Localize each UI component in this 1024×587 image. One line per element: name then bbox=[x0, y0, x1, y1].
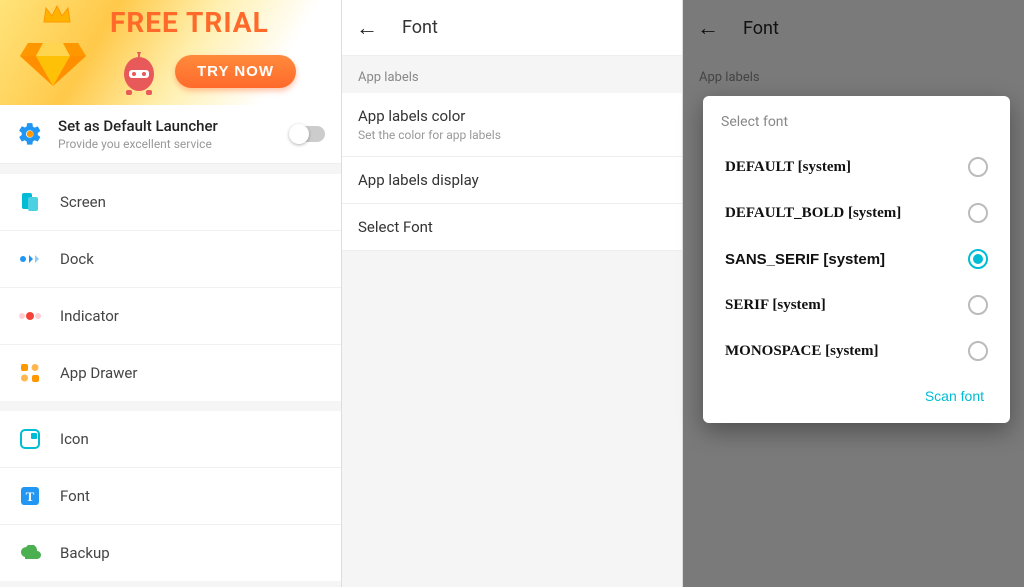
appdrawer-icon bbox=[18, 361, 42, 385]
font-option-label: SERIF [system] bbox=[725, 297, 826, 314]
menu-item-appdrawer[interactable]: App Drawer bbox=[0, 345, 341, 401]
menu-label: App Drawer bbox=[60, 364, 137, 382]
font-option-default-bold[interactable]: DEFAULT_BOLD [system] bbox=[721, 190, 992, 236]
menu-item-dock[interactable]: Dock bbox=[0, 231, 341, 288]
font-settings-panel: ← Font App labels App labels color Set t… bbox=[342, 0, 683, 587]
font-option-label: DEFAULT [system] bbox=[725, 159, 851, 176]
menu-label: Dock bbox=[60, 250, 94, 268]
menu-label: Icon bbox=[60, 430, 89, 448]
menu-label: Indicator bbox=[60, 307, 119, 325]
mascot-icon bbox=[120, 52, 158, 96]
menu-item-screen[interactable]: Screen bbox=[0, 174, 341, 231]
row-app-labels-display[interactable]: App labels display bbox=[342, 157, 682, 204]
settings-group-1: Screen Dock Indicator App Drawer bbox=[0, 174, 341, 401]
font-option-sans-serif[interactable]: SANS_SERIF [system] bbox=[721, 236, 992, 282]
crown-icon bbox=[42, 4, 72, 26]
radio-icon bbox=[968, 157, 988, 177]
back-button[interactable]: ← bbox=[356, 15, 386, 41]
svg-text:T: T bbox=[26, 489, 35, 504]
font-option-monospace[interactable]: MONOSPACE [system] bbox=[721, 328, 992, 374]
menu-item-backup[interactable]: Backup bbox=[0, 525, 341, 581]
radio-icon bbox=[968, 249, 988, 269]
default-subtitle: Provide you excellent service bbox=[58, 137, 291, 151]
settings-group-2: Icon T Font Backup bbox=[0, 411, 341, 581]
row-app-labels-color[interactable]: App labels color Set the color for app l… bbox=[342, 93, 682, 157]
row-subtitle: Set the color for app labels bbox=[358, 128, 666, 142]
font-option-default[interactable]: DEFAULT [system] bbox=[721, 144, 992, 190]
row-title: App labels color bbox=[358, 107, 666, 125]
dock-icon bbox=[18, 247, 42, 271]
set-default-launcher-row[interactable]: Set as Default Launcher Provide you exce… bbox=[0, 105, 341, 164]
radio-icon bbox=[968, 203, 988, 223]
radio-icon bbox=[968, 295, 988, 315]
banner-title: FREE TRIAL bbox=[110, 6, 269, 39]
backup-icon bbox=[18, 541, 42, 565]
font-option-label: DEFAULT_BOLD [system] bbox=[725, 205, 901, 222]
menu-item-icon[interactable]: Icon bbox=[0, 411, 341, 468]
indicator-icon bbox=[18, 304, 42, 328]
menu-item-indicator[interactable]: Indicator bbox=[0, 288, 341, 345]
font-option-label: MONOSPACE [system] bbox=[725, 343, 878, 360]
select-font-dialog: Select font DEFAULT [system] DEFAULT_BOL… bbox=[703, 96, 1010, 423]
promo-banner[interactable]: FREE TRIAL TRY NOW bbox=[0, 0, 341, 105]
try-now-button[interactable]: TRY NOW bbox=[175, 55, 296, 88]
menu-label: Backup bbox=[60, 544, 110, 562]
appbar-title: Font bbox=[402, 17, 438, 38]
font-option-serif[interactable]: SERIF [system] bbox=[721, 282, 992, 328]
screen-icon bbox=[18, 190, 42, 214]
radio-icon bbox=[968, 341, 988, 361]
default-toggle[interactable] bbox=[291, 126, 325, 142]
dialog-title: Select font bbox=[721, 114, 992, 130]
font-dialog-panel: ← Font App labels Select font DEFAULT [s… bbox=[683, 0, 1024, 587]
settings-panel: FREE TRIAL TRY NOW Set as Default Launch… bbox=[0, 0, 342, 587]
menu-label: Screen bbox=[60, 193, 106, 211]
row-title: Select Font bbox=[358, 218, 666, 236]
gear-icon bbox=[16, 120, 44, 148]
diamond-icon bbox=[18, 28, 88, 88]
section-header: App labels bbox=[342, 56, 682, 93]
menu-label: Font bbox=[60, 487, 90, 505]
font-icon: T bbox=[18, 484, 42, 508]
default-title: Set as Default Launcher bbox=[58, 117, 291, 135]
row-select-font[interactable]: Select Font bbox=[342, 204, 682, 251]
icon-icon bbox=[18, 427, 42, 451]
appbar: ← Font bbox=[342, 0, 682, 56]
font-option-label: SANS_SERIF [system] bbox=[725, 251, 885, 268]
row-title: App labels display bbox=[358, 171, 666, 189]
scan-font-button[interactable]: Scan font bbox=[925, 388, 984, 404]
menu-item-font[interactable]: T Font bbox=[0, 468, 341, 525]
